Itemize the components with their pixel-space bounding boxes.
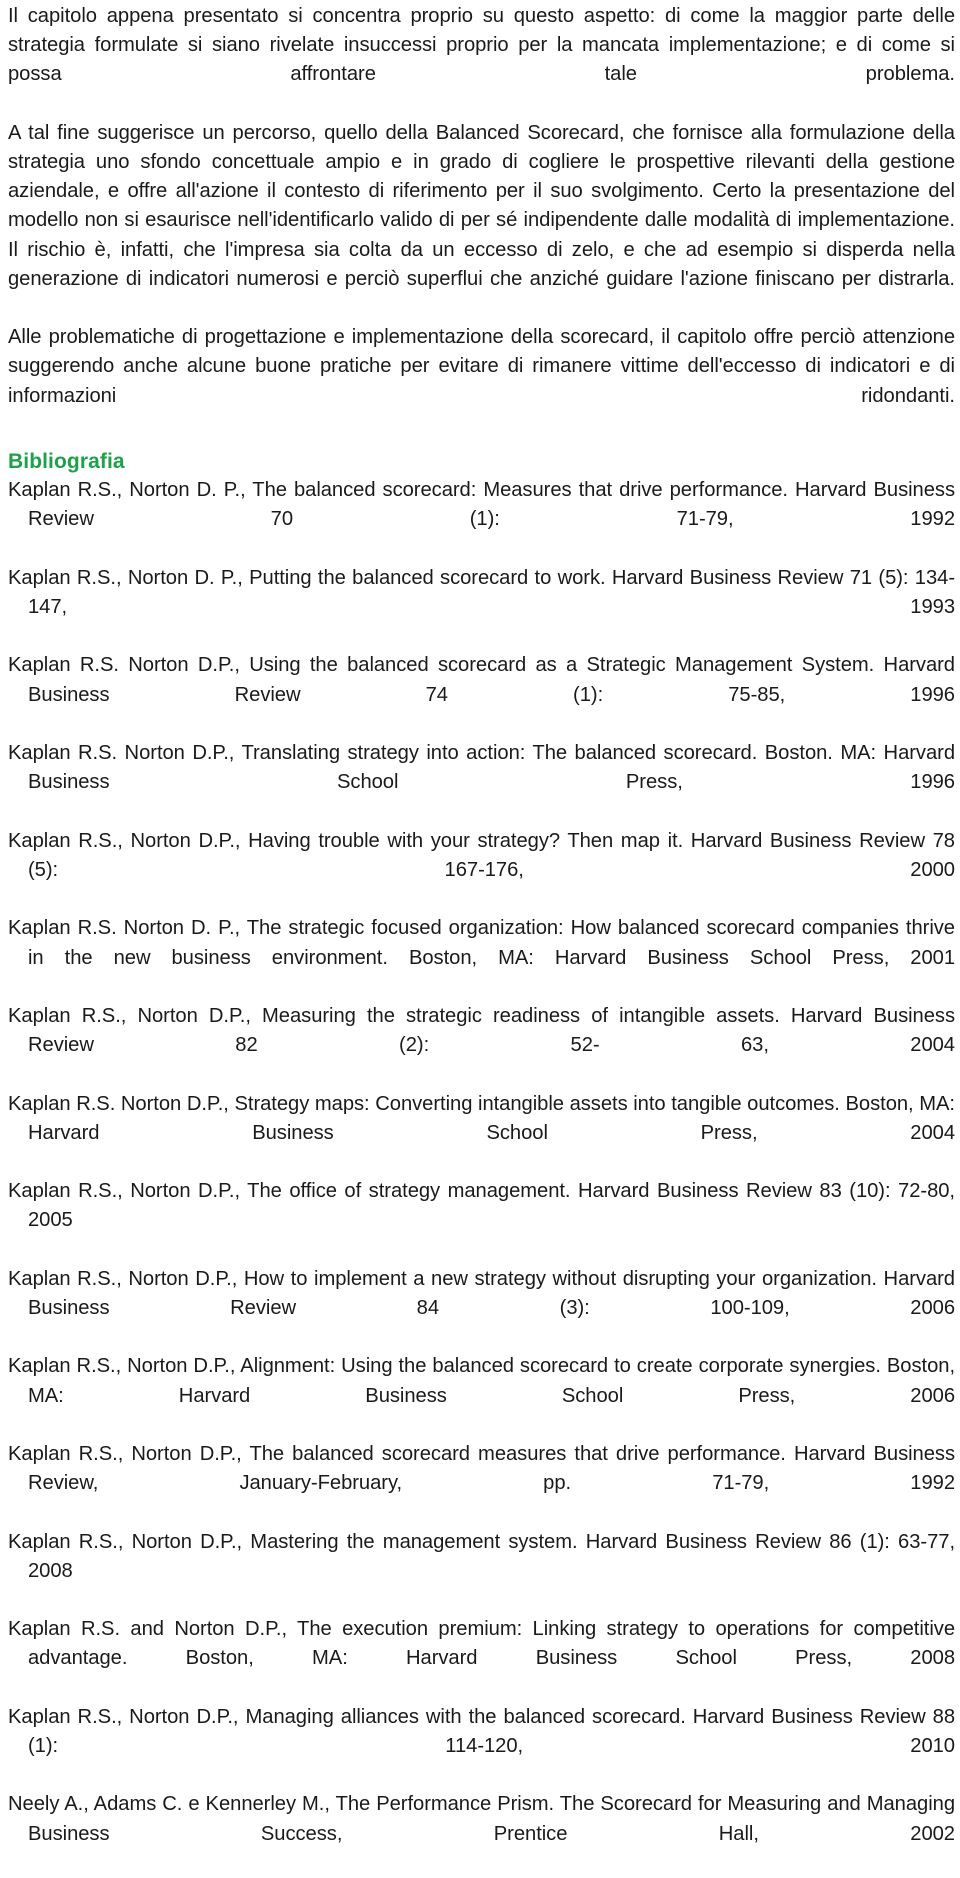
body-paragraph-2: A tal fine suggerisce un percorso, quell… bbox=[8, 121, 955, 290]
bibliography-entry: Kaplan R.S. Norton D.P., Using the balan… bbox=[8, 654, 955, 706]
bibliography-entry: Kaplan R.S. and Norton D.P., The executi… bbox=[8, 1618, 955, 1670]
bibliography-entry: Kaplan R.S., Norton D.P., Alignment: Usi… bbox=[8, 1355, 955, 1407]
body-paragraph-1: Il capitolo appena presentato si concent… bbox=[8, 5, 955, 86]
bibliography-heading: Bibliografia bbox=[8, 450, 125, 474]
bibliography-entry: Kaplan R.S., Norton D.P., Mastering the … bbox=[8, 1530, 955, 1582]
body-paragraph-3: Alle problematiche di progettazione e im… bbox=[8, 326, 955, 407]
bibliography-entry: Kaplan R.S., Norton D.P., The balanced s… bbox=[8, 1442, 955, 1495]
bibliography-list: Kaplan R.S., Norton D. P., The balanced … bbox=[8, 476, 955, 1878]
bibliography-entry: Kaplan R.S., Norton D.P., The office of … bbox=[8, 1180, 955, 1232]
bibliography-entry: Kaplan R.S., Norton D.P., Having trouble… bbox=[8, 829, 955, 881]
document-page: Il capitolo appena presentato si concent… bbox=[0, 0, 960, 1845]
bibliography-entry: Kaplan R.S., Norton D.P., How to impleme… bbox=[8, 1267, 955, 1319]
bibliography-entry: Kaplan R.S. Norton D.P., Translating str… bbox=[8, 742, 955, 794]
bibliography-entry: Kaplan R.S., Norton D. P., Putting the b… bbox=[8, 566, 955, 619]
bibliography-entry: Kaplan R.S. Norton D. P., The strategic … bbox=[8, 917, 955, 969]
bibliography-entry: Kaplan R.S. Norton D.P., Strategy maps: … bbox=[8, 1092, 955, 1144]
bibliography-entry: Kaplan R.S., Norton D.P., Managing allia… bbox=[8, 1705, 955, 1757]
bibliography-entry: Neely A., Adams C. e Kennerley M., The P… bbox=[8, 1793, 955, 1845]
bibliography-entry: Kaplan R.S., Norton D. P., The balanced … bbox=[8, 479, 955, 531]
bibliography-entry: Kaplan R.S., Norton D.P., Measuring the … bbox=[8, 1004, 955, 1057]
